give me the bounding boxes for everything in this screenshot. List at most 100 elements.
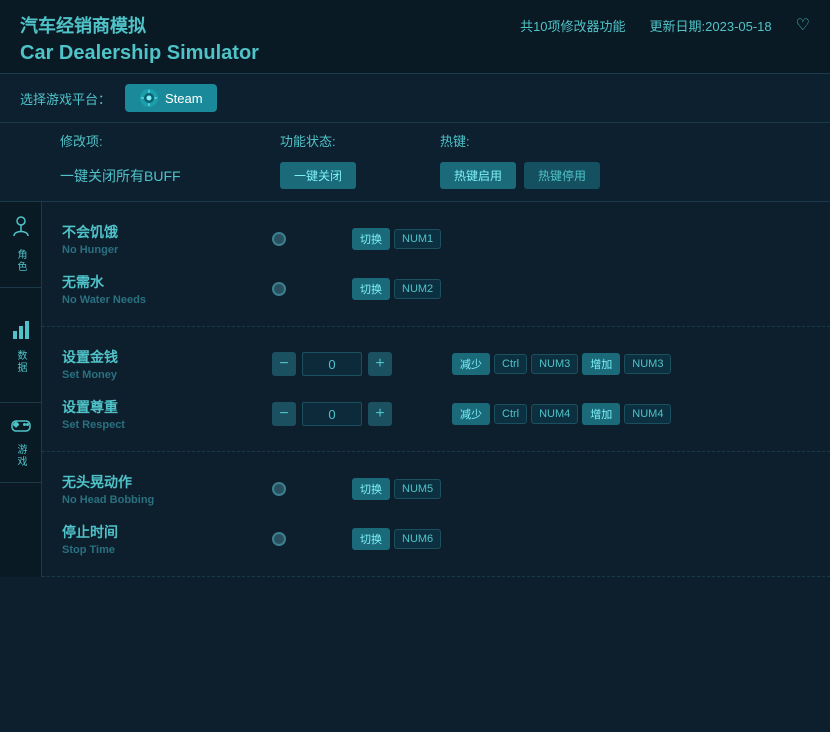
one-click-section: 一键关闭所有BUFF 一键关闭 热键启用 热键停用 [0,154,830,202]
title-cn: 汽车经销商模拟 [20,12,146,38]
mod-name-en-no-hunger: No Hunger [62,244,272,256]
toggle-circle-no-water[interactable] [272,282,286,296]
steam-logo-icon [139,88,159,108]
sidebar-block-game: 游戏 [0,403,41,483]
steam-button[interactable]: Steam [125,84,217,112]
switch-btn-stop-time[interactable]: 切换 [352,528,390,550]
header-top: 汽车经销商模拟 共10项修改器功能 更新日期:2023-05-18 ♡ [20,12,810,38]
increase-respect-btn[interactable]: 增加 [582,403,620,425]
table-row: 不会饥饿 No Hunger 切换 NUM1 [62,214,810,264]
plus-money-button[interactable]: + [368,352,392,376]
toggle-circle-no-head-bobbing[interactable] [272,482,286,496]
increase-money-btn[interactable]: 增加 [582,353,620,375]
platform-bar: 选择游戏平台： Steam [0,74,830,123]
toggle-no-hunger[interactable] [272,232,352,246]
header: 汽车经销商模拟 共10项修改器功能 更新日期:2023-05-18 ♡ Car … [0,0,830,74]
header-meta: 共10项修改器功能 更新日期:2023-05-18 ♡ [520,15,810,35]
hotkey-enable-button[interactable]: 热键启用 [440,162,516,189]
minus-money-button[interactable]: − [272,352,296,376]
mod-info-no-head-bobbing: 无头晃动作 No Head Bobbing [62,472,272,506]
hotkeys-set-respect: 减少 Ctrl NUM4 增加 NUM4 [452,403,810,425]
mod-name-en-stop-time: Stop Time [62,544,272,556]
mod-info-no-hunger: 不会饥饿 No Hunger [62,222,272,256]
character-section: 不会饥饿 No Hunger 切换 NUM1 无需水 No Wate [42,202,830,327]
mod-name-en-no-head-bobbing: No Head Bobbing [62,494,272,506]
mod-name-en-set-money: Set Money [62,369,272,381]
switch-btn-no-water[interactable]: 切换 [352,278,390,300]
table-row: 停止时间 Stop Time 切换 NUM6 [62,514,810,564]
main-body: 角色 数据 [0,202,830,577]
num-controls-money: − + [272,352,452,376]
data-section: 设置金钱 Set Money − + 减少 Ctrl NUM3 增加 NUM3 [42,327,830,452]
key-ctrl-respect: Ctrl [494,404,527,424]
table-row: 设置尊重 Set Respect − + 减少 Ctrl NUM4 增加 NUM… [62,389,810,439]
mod-info-set-money: 设置金钱 Set Money [62,347,272,381]
num-controls-respect: − + [272,402,452,426]
hotkeys-no-water: 切换 NUM2 [352,278,810,300]
meta-count: 共10项修改器功能 [520,16,625,35]
data-icon [12,317,30,344]
key-num3-increase: NUM3 [624,354,671,374]
person-icon [12,216,30,238]
mod-name-en-set-respect: Set Respect [62,419,272,431]
one-click-hotkeys: 热键启用 热键停用 [440,162,600,189]
respect-input[interactable] [302,402,362,426]
game-icon [11,417,31,438]
key-num1: NUM1 [394,229,441,249]
hotkey-disable-button[interactable]: 热键停用 [524,162,600,189]
key-num4-decrease: NUM4 [531,404,578,424]
decrease-money-btn[interactable]: 减少 [452,353,490,375]
mod-info-set-respect: 设置尊重 Set Respect [62,397,272,431]
mod-name-cn-no-hunger: 不会饥饿 [62,222,272,242]
mod-info-no-water: 无需水 No Water Needs [62,272,272,306]
col-hotkey-header: 热键: [440,131,810,150]
toggle-circle-no-hunger[interactable] [272,232,286,246]
hotkeys-no-hunger: 切换 NUM1 [352,228,810,250]
key-ctrl-money: Ctrl [494,354,527,374]
title-en: Car Dealership Simulator [20,42,810,65]
hotkeys-no-head-bobbing: 切换 NUM5 [352,478,810,500]
table-row: 无需水 No Water Needs 切换 NUM2 [62,264,810,314]
game-section: 无头晃动作 No Head Bobbing 切换 NUM5 停止时间 [42,452,830,577]
mod-name-cn-set-respect: 设置尊重 [62,397,272,417]
hotkeys-stop-time: 切换 NUM6 [352,528,810,550]
character-icon [12,216,30,243]
sidebar-block-data: 数据 [0,288,41,403]
platform-label: 选择游戏平台： [20,89,111,108]
toggle-no-water[interactable] [272,282,352,296]
key-num5: NUM5 [394,479,441,499]
mod-name-cn-no-head-bobbing: 无头晃动作 [62,472,272,492]
table-row: 设置金钱 Set Money − + 减少 Ctrl NUM3 增加 NUM3 [62,339,810,389]
key-num2: NUM2 [394,279,441,299]
key-num4-increase: NUM4 [624,404,671,424]
col-mod-header: 修改项: [60,131,280,150]
key-num3-decrease: NUM3 [531,354,578,374]
minus-respect-button[interactable]: − [272,402,296,426]
sidebar: 角色 数据 [0,202,42,577]
one-click-close-button[interactable]: 一键关闭 [280,162,356,189]
switch-btn-no-hunger[interactable]: 切换 [352,228,390,250]
mod-name-cn-no-water: 无需水 [62,272,272,292]
toggle-no-head-bobbing[interactable] [272,482,352,496]
favorite-icon[interactable]: ♡ [796,15,810,35]
app-container: 汽车经销商模拟 共10项修改器功能 更新日期:2023-05-18 ♡ Car … [0,0,830,732]
one-click-row: 一键关闭所有BUFF 一键关闭 热键启用 热键停用 [60,162,810,189]
mod-name-cn-set-money: 设置金钱 [62,347,272,367]
one-click-label: 一键关闭所有BUFF [60,166,280,186]
mod-info-stop-time: 停止时间 Stop Time [62,522,272,556]
decrease-respect-btn[interactable]: 减少 [452,403,490,425]
mod-name-cn-stop-time: 停止时间 [62,522,272,542]
steam-btn-label: Steam [165,91,203,106]
toggle-circle-stop-time[interactable] [272,532,286,546]
money-input[interactable] [302,352,362,376]
plus-respect-button[interactable]: + [368,402,392,426]
sidebar-character-label: 角色 [13,249,28,273]
toggle-stop-time[interactable] [272,532,352,546]
switch-btn-no-head-bobbing[interactable]: 切换 [352,478,390,500]
key-num6: NUM6 [394,529,441,549]
sidebar-game-label: 游戏 [13,444,28,468]
sidebar-data-label: 数据 [13,350,28,374]
one-click-status: 一键关闭 [280,162,440,189]
meta-date: 更新日期:2023-05-18 [650,16,772,35]
hotkeys-set-money: 减少 Ctrl NUM3 增加 NUM3 [452,353,810,375]
